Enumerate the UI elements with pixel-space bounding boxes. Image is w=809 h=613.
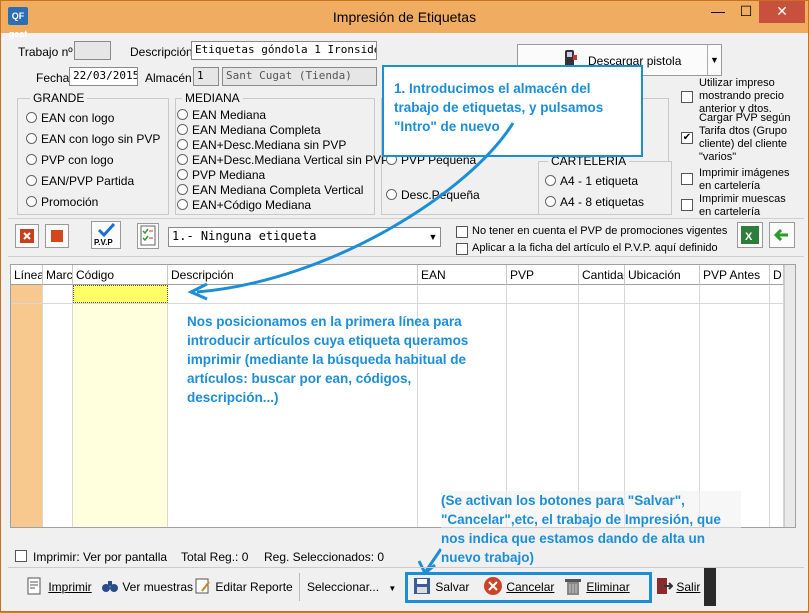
trash-icon: [565, 579, 581, 595]
salir-button[interactable]: Salir: [655, 573, 700, 601]
printer-icon: [27, 577, 41, 595]
chevron-down-icon: ▼: [388, 584, 397, 593]
ver-muestras-button[interactable]: Ver muestras: [101, 573, 193, 601]
imprimir-pantalla-checkbox[interactable]: [15, 550, 27, 562]
cancel-icon: [484, 577, 502, 595]
eliminar-button[interactable]: Eliminar: [563, 573, 630, 601]
callout-3-text: (Se activan los botones para "Salvar", "…: [441, 491, 741, 567]
imprimir-pantalla-label: Imprimir: Ver por pantalla: [33, 550, 168, 564]
salvar-button[interactable]: Salvar: [412, 573, 469, 601]
save-icon: [414, 578, 430, 594]
seleccionar-button[interactable]: Seleccionar... ▼: [299, 573, 396, 601]
binoculars-icon: [102, 581, 118, 592]
exit-icon: [657, 578, 674, 594]
editar-reporte-button[interactable]: Editar Reporte: [194, 573, 293, 601]
imprimir-button[interactable]: Imprimir: [25, 573, 92, 601]
reg-seleccionados-label: Reg. Seleccionados: 0: [264, 550, 385, 564]
total-reg-label: Total Reg.: 0: [181, 550, 249, 564]
resize-grip[interactable]: [704, 568, 716, 606]
edit-report-icon: [195, 578, 210, 594]
window: QF gest Impresión de Etiquetas — ☐ ✕ Tra…: [0, 0, 809, 612]
cancelar-button[interactable]: Cancelar: [483, 573, 554, 601]
